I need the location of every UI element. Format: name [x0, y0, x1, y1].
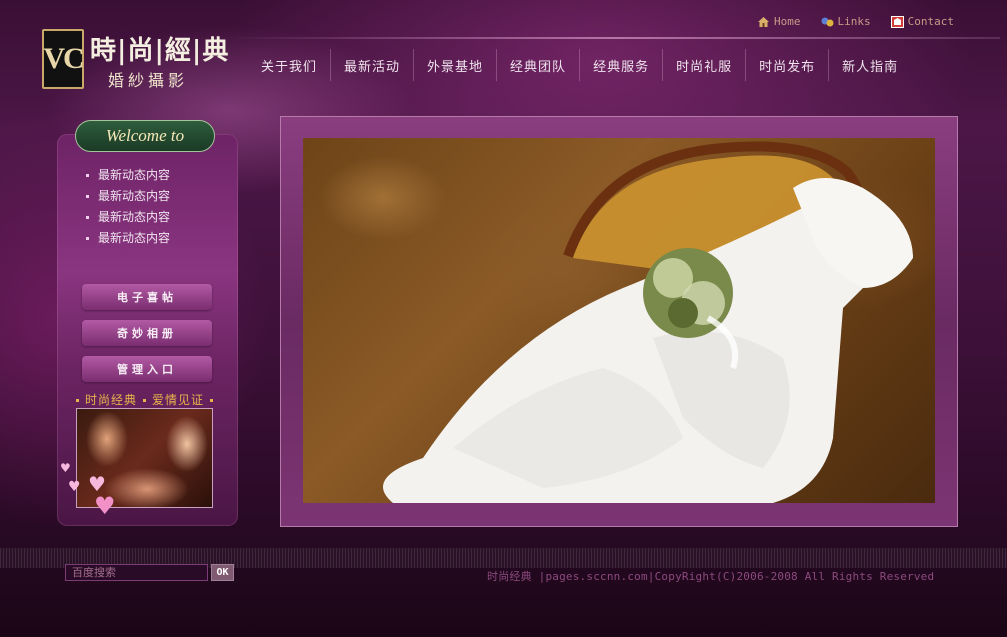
news-item[interactable]: 最新动态内容 [86, 165, 170, 186]
nav-item-guide[interactable]: 新人指南 [829, 49, 911, 81]
nav-item-services[interactable]: 经典服务 [580, 49, 664, 81]
tagline: 时尚经典 爱情见证 [70, 391, 219, 408]
links-link[interactable]: Links [821, 15, 871, 28]
heart-icon: ♥ [68, 479, 81, 495]
news-item-label: 最新动态内容 [98, 168, 171, 182]
links-link-label: Links [837, 15, 871, 28]
top-links: Home Links Contact [757, 15, 974, 28]
bullet-icon [76, 399, 79, 402]
nav-item-about[interactable]: 关于我们 [248, 49, 332, 81]
contact-icon [890, 15, 904, 28]
nav-item-events[interactable]: 最新活动 [331, 49, 415, 81]
home-link[interactable]: Home [757, 15, 801, 28]
main-nav: 关于我们 最新活动 外景基地 经典团队 经典服务 时尚礼服 时尚发布 新人指南 [248, 45, 911, 85]
bullet-icon [86, 216, 89, 219]
brand-subtitle: 婚紗攝影 [108, 71, 189, 90]
logo[interactable]: VC [42, 29, 85, 89]
hero-photo [303, 138, 935, 503]
news-item-label: 最新动态内容 [98, 231, 171, 245]
admin-entry-button[interactable]: 管理入口 [82, 356, 212, 382]
e-invitation-button[interactable]: 电子喜帖 [82, 284, 212, 310]
links-icon [821, 17, 833, 26]
bullet-icon [86, 195, 89, 198]
bullet-icon [143, 399, 147, 402]
wedding-dress-illustration [383, 141, 913, 503]
news-item[interactable]: 最新动态内容 [86, 228, 170, 249]
bullet-icon [86, 237, 89, 240]
news-item[interactable]: 最新动态内容 [86, 186, 170, 207]
heart-icon: ♥ [60, 461, 71, 475]
bullet-icon [86, 174, 89, 177]
heart-icon: ♥ [88, 472, 106, 496]
search-ok-button[interactable]: OK [211, 564, 234, 581]
nav-divider [230, 37, 1000, 39]
news-item-label: 最新动态内容 [98, 189, 171, 203]
welcome-badge: Welcome to [75, 120, 215, 152]
news-item[interactable]: 最新动态内容 [86, 207, 170, 228]
tagline-right: 爱情见证 [152, 393, 205, 407]
nav-item-dresses[interactable]: 时尚礼服 [663, 49, 747, 81]
nav-item-releases[interactable]: 时尚发布 [746, 49, 830, 81]
home-icon [758, 16, 769, 27]
brand-title: 時|尚|經|典 [90, 36, 230, 66]
nav-item-team[interactable]: 经典团队 [497, 49, 581, 81]
news-item-label: 最新动态内容 [98, 210, 171, 224]
heart-icon: ♥ [94, 492, 116, 520]
bullet-icon [210, 399, 214, 402]
contact-link[interactable]: Contact [890, 15, 954, 28]
search-input[interactable] [65, 564, 208, 581]
nav-item-locations[interactable]: 外景基地 [414, 49, 498, 81]
copyright-text: 时尚经典 |pages.sccnn.com|CopyRight(C)2006-2… [487, 570, 935, 583]
news-list: 最新动态内容 最新动态内容 最新动态内容 最新动态内容 [86, 165, 170, 249]
photo-album-button[interactable]: 奇妙相册 [82, 320, 212, 346]
home-link-label: Home [774, 15, 801, 28]
contact-link-label: Contact [907, 15, 954, 28]
tagline-left: 时尚经典 [85, 393, 138, 407]
